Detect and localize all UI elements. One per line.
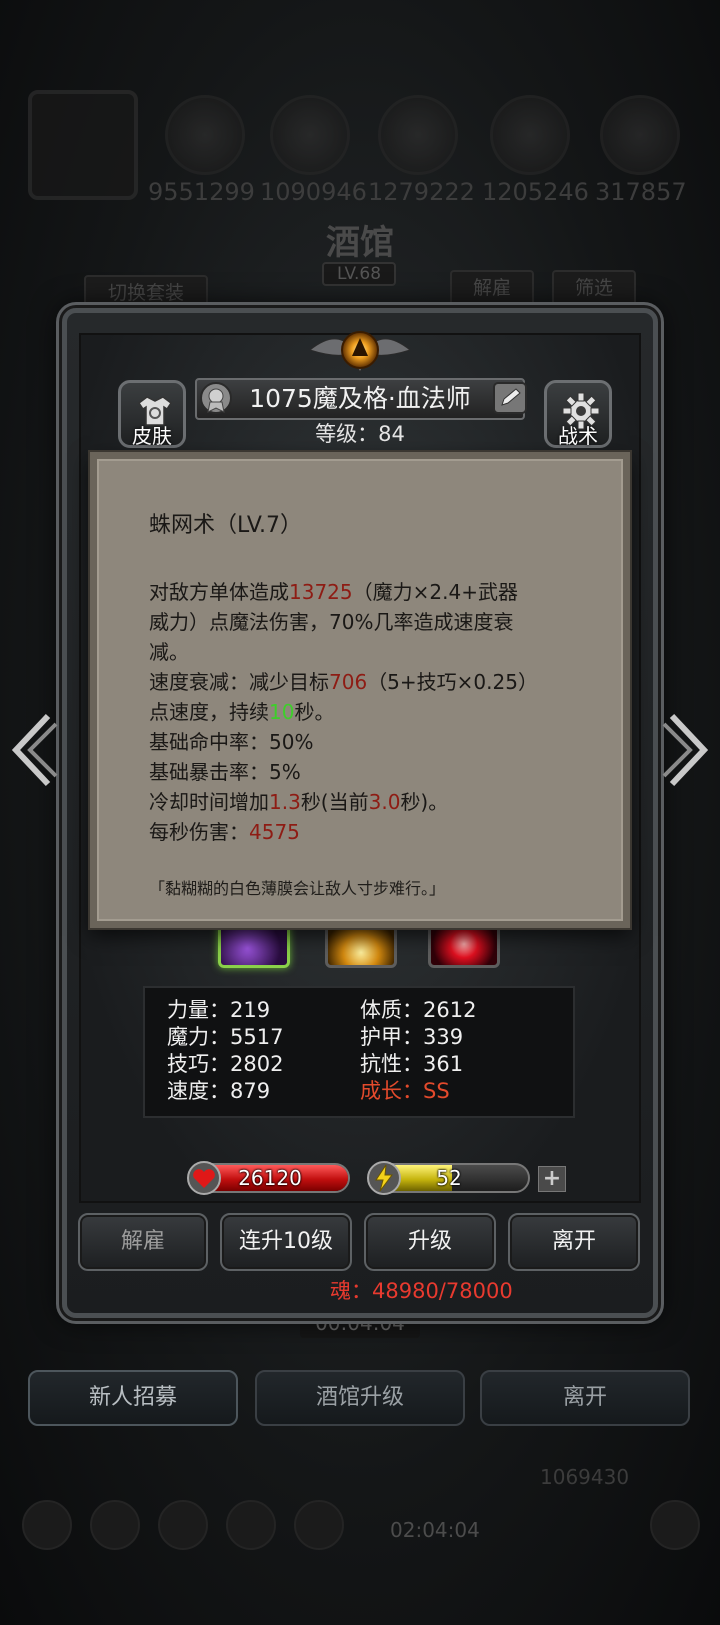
desc-text: 速度衰减：减少目标 [149,670,329,694]
gold-amount: 1069430 [540,1465,630,1489]
desc-line: 每秒伤害：4575 [149,817,579,847]
stat-growth: 成长：SS [360,1079,450,1103]
skin-label: 皮肤 [132,424,172,448]
desc-text: （魔力×2.4+武器 [352,580,518,604]
menu-slot[interactable] [22,1500,72,1550]
heart-icon [187,1161,221,1195]
switch-outfit-button[interactable]: 切换套装 [84,275,208,311]
resource-value: 9551299 [148,178,255,206]
skill-tooltip: 蛛网术（LV.7） 对敌方单体造成13725（魔力×2.4+武器 威力）点魔法伤… [90,452,630,928]
desc-text: 秒(当前 [300,790,369,814]
hero-portrait-slot [28,90,138,200]
duration-value: 10 [269,700,295,724]
plus-icon[interactable]: + [538,1166,566,1192]
desc-text: 冷却时间增加 [149,790,269,814]
desc-line: 速度衰减：减少目标706（5+技巧×0.25） [149,667,579,697]
resource-value: 1090946 [260,178,367,206]
desc-line: 减。 [149,640,189,664]
resource-value: 1279222 [368,178,475,206]
resource-value: 317857 [595,178,687,206]
desc-text: 点速度，持续 [149,700,269,724]
stats-box: 力量：219 体质：2612 魔力：5517 护甲：339 技巧：2802 抗性… [143,986,575,1118]
skill-title: 蛛网术（LV.7） [149,513,303,538]
lightning-icon [367,1161,401,1195]
bg-filter-button[interactable]: 筛选 [552,270,636,306]
recruit-button[interactable]: 新人招募 [28,1370,238,1426]
medal-icon[interactable] [198,380,234,416]
menu-slot[interactable] [226,1500,276,1550]
stat-resistance: 抗性：361 [360,1052,464,1076]
desc-text: 秒)。 [400,790,449,814]
resource-slot [600,95,680,175]
skill-description: 对敌方单体造成13725（魔力×2.4+武器 威力）点魔法伤害，70%几率造成速… [149,577,579,847]
resource-slot [270,95,350,175]
cooldown-increase: 1.3 [269,790,301,814]
stat-armor: 护甲：339 [360,1025,464,1049]
resource-value: 1205246 [482,178,589,206]
stat-speed: 速度：879 [167,1079,271,1103]
desc-text: 对敌方单体造成 [149,580,289,604]
hero-level: 等级：84 [315,422,405,446]
resource-slot [165,95,245,175]
arrow-right-icon[interactable] [662,710,712,790]
stat-skill: 技巧：2802 [167,1052,284,1076]
damage-value: 13725 [289,580,353,604]
dps-value: 4575 [249,820,300,844]
desc-text: 每秒伤害： [149,820,249,844]
desc-line: 对敌方单体造成13725（魔力×2.4+武器 [149,577,579,607]
edit-icon[interactable] [492,381,528,415]
stat-constitution: 体质：2612 [360,998,477,1022]
tactics-label: 战术 [558,424,598,448]
resource-slot [378,95,458,175]
leave-button[interactable]: 离开 [508,1213,640,1271]
desc-line: 冷却时间增加1.3秒(当前3.0秒)。 [149,787,579,817]
dismiss-button[interactable]: 解雇 [78,1213,208,1271]
stat-strength: 力量：219 [167,998,271,1022]
desc-text: 秒。 [294,700,335,724]
menu-slot[interactable] [158,1500,208,1550]
skin-button[interactable]: 皮肤 [118,380,186,448]
stat-magic: 魔力：5517 [167,1025,284,1049]
tavern-upgrade-button[interactable]: 酒馆升级 [255,1370,465,1426]
desc-line: 基础暴击率：5% [149,760,301,784]
arrow-left-icon[interactable] [8,710,58,790]
bg-dismiss-button[interactable]: 解雇 [450,270,534,306]
tavern-level: LV.68 [322,262,396,286]
skill-flavor-text: 「黏糊糊的白色薄膜会让敌人寸步难行。」 [149,879,446,898]
desc-line: 基础命中率：50% [149,730,314,754]
soul-counter: 魂：48980/78000 [330,1279,513,1303]
cooldown-current: 3.0 [368,790,401,814]
desc-line: 点速度，持续10秒。 [149,697,579,727]
menu-slot[interactable] [650,1500,700,1550]
level-up-button[interactable]: 升级 [364,1213,496,1271]
hero-name: 1075魔及格·血法师 [195,378,525,420]
slow-value: 706 [329,670,368,694]
desc-line: 威力）点魔法伤害，70%几率造成速度衰 [149,610,514,634]
menu-slot[interactable] [294,1500,344,1550]
resource-slot [490,95,570,175]
level-up-10-button[interactable]: 连升10级 [220,1213,352,1271]
bottom-timer: 02:04:04 [390,1518,480,1542]
bg-leave-button[interactable]: 离开 [480,1370,690,1426]
desc-text: （5+技巧×0.25） [367,670,538,694]
tavern-title: 酒馆 [326,223,394,263]
menu-slot[interactable] [90,1500,140,1550]
tactics-button[interactable]: 战术 [544,380,612,448]
